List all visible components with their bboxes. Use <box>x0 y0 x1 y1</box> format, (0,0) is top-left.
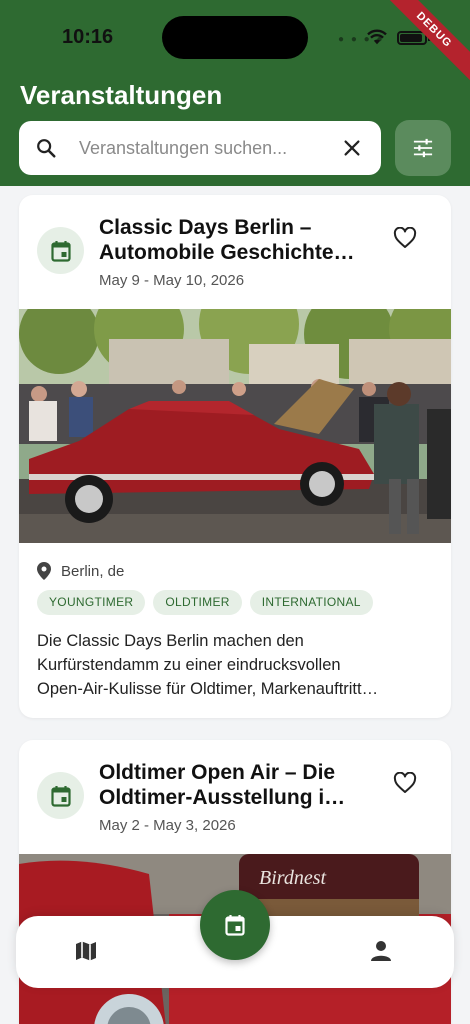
event-title: Oldtimer Open Air – Die Oldtimer-Ausstel… <box>99 760 379 810</box>
description-line: Open-Air-Kulisse für Oldtimer, Markenauf… <box>37 680 379 698</box>
map-icon[interactable] <box>74 940 98 962</box>
tune-icon <box>413 138 433 158</box>
close-icon[interactable] <box>341 137 363 159</box>
wifi-icon <box>367 29 387 45</box>
event-description: Die Classic Days Berlin machen den Kurfü… <box>37 629 437 701</box>
status-bar: 10:16 ● ● ● ● <box>0 0 470 75</box>
tag-chip: YOUNGTIMER <box>37 590 146 615</box>
description-line: Die Classic Days Berlin machen den <box>37 632 304 650</box>
filter-button[interactable] <box>395 120 451 176</box>
calendar-icon <box>50 240 71 262</box>
tag-chip: OLDTIMER <box>153 590 242 615</box>
calendar-icon <box>225 915 245 936</box>
description-line: Kurfürstendamm zu einer eindrucksvollen <box>37 656 341 674</box>
favorite-heart-icon[interactable] <box>393 772 417 794</box>
event-title-line: Classic Days Berlin – <box>99 216 312 239</box>
event-dates: May 9 - May 10, 2026 <box>99 272 245 289</box>
event-title: Classic Days Berlin – Automobile Geschic… <box>99 215 379 265</box>
search-input[interactable] <box>79 121 329 175</box>
event-title-line: Automobile Geschichte… <box>99 241 355 264</box>
event-title-line: Oldtimer-Ausstellung i… <box>99 786 346 809</box>
classic-car-photo <box>19 309 451 543</box>
person-icon[interactable] <box>370 940 392 962</box>
app-header: 10:16 ● ● ● ● DEBUG Veranstaltungen <box>0 0 470 186</box>
calendar-icon <box>50 785 71 807</box>
event-type-badge <box>37 227 84 274</box>
page-title: Veranstaltungen <box>20 80 223 110</box>
event-photo <box>19 309 451 543</box>
event-title-line: Oldtimer Open Air – Die <box>99 761 336 784</box>
status-time: 10:16 <box>62 26 114 48</box>
search-bar <box>19 121 381 175</box>
tag-list: YOUNGTIMER OLDTIMER INTERNATIONAL <box>37 590 373 615</box>
location-pin-icon <box>37 562 51 580</box>
event-type-badge <box>37 772 84 819</box>
event-location: Berlin, de <box>37 562 124 580</box>
tag-chip: INTERNATIONAL <box>249 590 373 615</box>
event-card[interactable]: Classic Days Berlin – Automobile Geschic… <box>19 195 451 718</box>
favorite-heart-icon[interactable] <box>393 227 417 249</box>
dynamic-island <box>162 16 308 59</box>
events-fab-button[interactable] <box>200 890 270 960</box>
event-dates: May 2 - May 3, 2026 <box>99 817 236 834</box>
location-text: Berlin, de <box>61 562 125 580</box>
search-icon <box>37 139 56 158</box>
photo-sign-text: Birdnest <box>259 867 326 889</box>
